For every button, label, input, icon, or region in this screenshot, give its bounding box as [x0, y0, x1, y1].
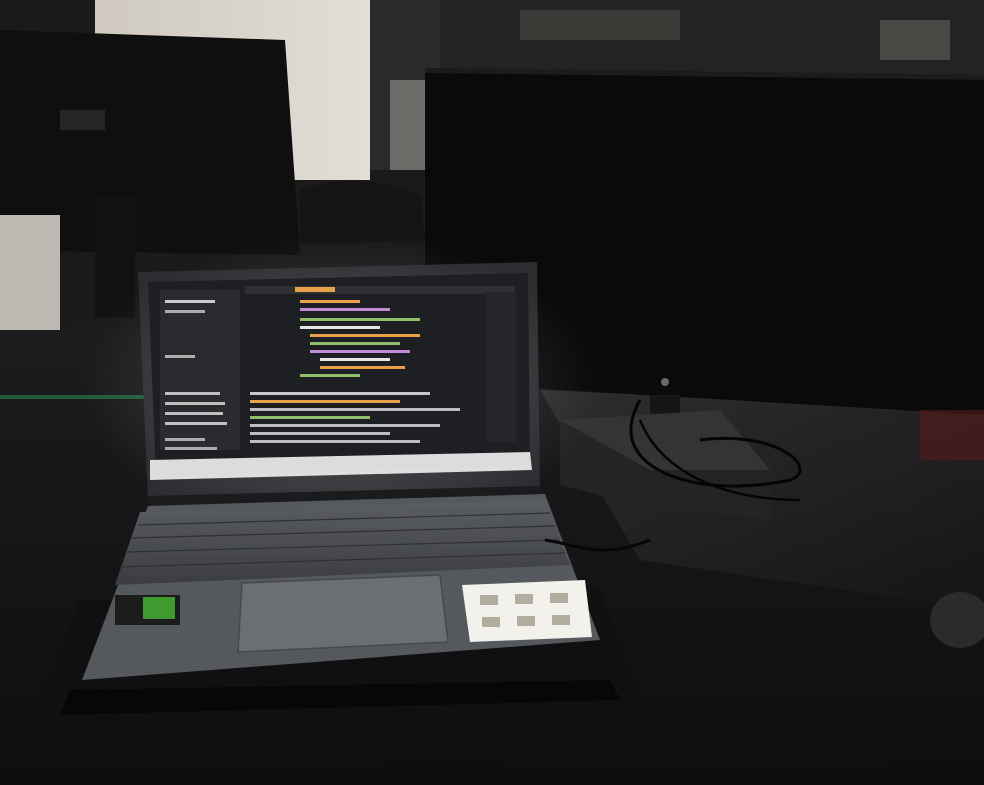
photo-frame [0, 0, 984, 785]
nvidia-sticker [143, 597, 175, 619]
features-sticker [462, 580, 592, 642]
back-desk-items [520, 10, 680, 40]
editor-active-tab [295, 287, 335, 292]
back-clutter [880, 20, 950, 60]
lg-logo-icon [661, 378, 669, 386]
editor-minimap [486, 292, 516, 442]
laptop-touchpad [237, 574, 449, 653]
left-monitor-port-panel [60, 110, 105, 130]
editor-tab-bar [245, 286, 515, 294]
red-object-right [920, 410, 984, 460]
office-chair [300, 181, 425, 245]
photo-scene [0, 0, 984, 785]
editor-file-explorer [160, 290, 240, 450]
back-floor-light [390, 80, 430, 170]
left-side-paper [0, 215, 60, 335]
